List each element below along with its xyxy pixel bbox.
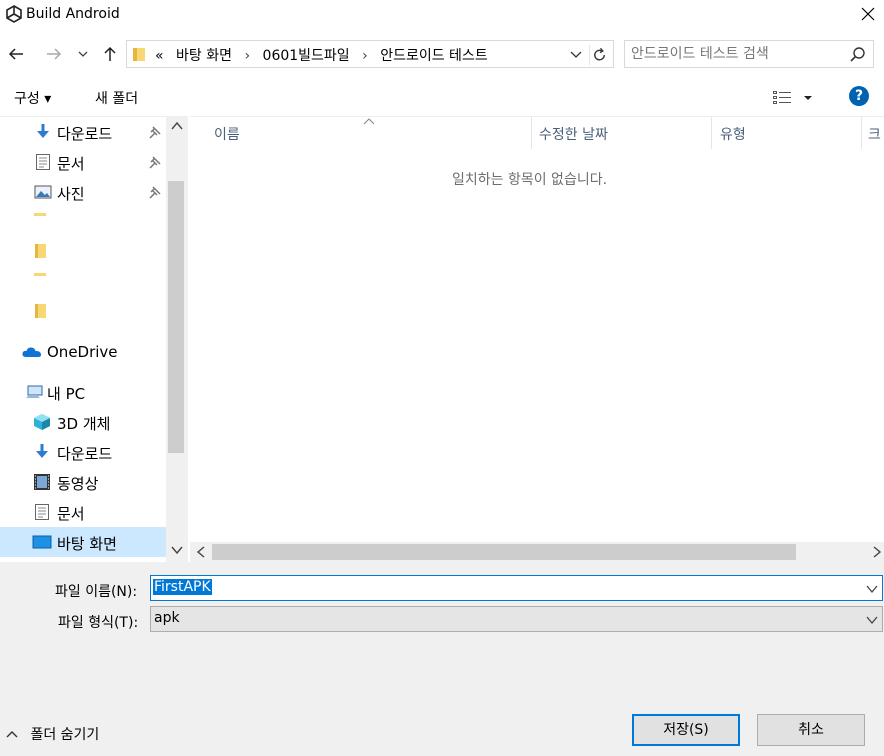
nav-item-documents-quick[interactable]: 문서 [0,147,166,177]
nav-item-label: OneDrive [47,343,118,361]
computer-icon [26,385,43,398]
chevron-up-icon[interactable] [171,121,183,131]
chevron-up-icon [6,731,18,738]
cancel-button[interactable]: 취소 [757,714,865,746]
document-icon [35,504,49,520]
nav-item-label: 다운로드 [57,125,113,143]
nav-item-label: 바탕 화면 [57,535,117,553]
search-icon[interactable] [849,46,867,64]
nav-item-label: 다운로드 [57,445,113,463]
horizontal-scrollbar[interactable] [190,542,884,562]
hide-folders-label: 폴더 숨기기 [30,727,100,743]
desktop-icon [32,535,52,549]
save-button[interactable]: 저장(S) [632,714,740,746]
address-row: « 바탕 화면 › 0601빌드파일 › 안드로이드 테스트 [0,36,884,72]
file-list-pane: 이름 수정한 날짜 유형 크 일치하는 항목이 없습니다. [190,116,884,562]
refresh-icon[interactable] [589,45,609,65]
document-icon [36,154,50,170]
pictures-icon [34,185,52,199]
breadcrumb-item-desktop[interactable]: 바탕 화면 [176,48,232,64]
search-input[interactable] [631,43,841,65]
column-header-type[interactable]: 유형 [712,117,861,149]
unity-logo-icon [6,5,22,23]
recent-locations-chevron-icon[interactable] [76,44,90,64]
close-icon[interactable] [856,2,880,26]
folder-icon[interactable] [34,243,48,259]
nav-vertical-scrollbar[interactable] [166,117,188,562]
breadcrumb: « 바탕 화면 › 0601빌드파일 › 안드로이드 테스트 [155,45,496,65]
filename-label: 파일 이름(N): [55,584,138,600]
filename-value[interactable]: FirstAPK [153,579,212,595]
breadcrumb-separator[interactable]: › [362,48,368,64]
scrollbar-thumb[interactable] [212,544,796,560]
help-button[interactable]: ? [849,86,869,106]
folder-icon[interactable] [34,273,48,281]
organize-button[interactable]: 구성 ▾ [14,88,51,108]
window-title: Build Android [26,6,120,22]
nav-item-downloads-quick[interactable]: 다운로드 [0,117,166,147]
nav-item-this-pc[interactable]: 내 PC [0,377,166,407]
command-bar: 구성 ▾ 새 폴더 ? [0,80,884,114]
search-box[interactable] [624,40,874,68]
chevron-down-icon[interactable] [171,545,183,555]
pin-icon[interactable] [148,155,162,169]
pin-icon[interactable] [148,125,162,139]
breadcrumb-item-build-folder[interactable]: 0601빌드파일 [263,48,350,64]
empty-folder-message: 일치하는 항목이 없습니다. [452,172,608,188]
hide-folders-toggle[interactable]: 폴더 숨기기 [6,724,99,744]
breadcrumb-overflow[interactable]: « [155,48,164,64]
nav-item-onedrive[interactable]: OneDrive [0,337,166,367]
back-arrow-icon[interactable] [6,44,26,64]
filetype-value: apk [154,610,180,626]
cube-icon [34,414,50,430]
nav-item-desktop[interactable]: 바탕 화면 [0,527,166,557]
filetype-select[interactable]: apk [150,606,883,632]
folder-icon[interactable] [34,303,48,319]
view-options-icon[interactable] [772,89,816,107]
title-bar: Build Android [0,0,884,30]
column-header-name[interactable]: 이름 [190,117,531,149]
address-bar[interactable]: « 바탕 화면 › 0601빌드파일 › 안드로이드 테스트 [126,40,614,68]
nav-item-videos[interactable]: 동영상 [0,467,166,497]
breadcrumb-item-android-test[interactable]: 안드로이드 테스트 [380,48,488,64]
chevron-right-icon[interactable] [872,546,882,558]
folder-icon [133,48,145,61]
breadcrumb-separator[interactable]: › [244,48,250,64]
chevron-down-icon[interactable] [866,615,878,625]
nav-item-label: 동영상 [57,475,99,493]
pin-icon[interactable] [148,185,162,199]
cloud-icon [22,347,42,357]
nav-item-label: 3D 개체 [57,415,111,433]
chevron-down-icon[interactable] [569,49,583,61]
video-icon [34,474,50,490]
nav-item-label: 내 PC [47,385,86,403]
nav-item-pictures-quick[interactable]: 사진 [0,177,166,207]
download-icon [36,444,48,458]
nav-item-downloads[interactable]: 다운로드 [0,437,166,467]
up-arrow-icon[interactable] [100,44,120,64]
nav-item-label: 문서 [57,155,85,173]
download-icon [37,124,49,138]
column-header-date-modified[interactable]: 수정한 날짜 [532,117,711,149]
new-folder-button[interactable]: 새 폴더 [95,88,138,108]
nav-item-3d-objects[interactable]: 3D 개체 [0,407,166,437]
filetype-label: 파일 형식(T): [58,615,139,631]
navigation-pane: 다운로드 문서 사진 OneDrive 내 PC 3D 개체 다운로드 동영상 … [0,116,188,562]
save-form-area: 파일 이름(N): FirstAPK 파일 형식(T): apk 폴더 숨기기 … [0,562,884,756]
chevron-left-icon[interactable] [196,546,206,558]
filename-field[interactable]: FirstAPK [150,575,883,601]
forward-arrow-icon[interactable] [44,44,64,64]
chevron-down-icon[interactable] [866,584,878,594]
folder-icon[interactable] [34,213,48,219]
nav-item-documents[interactable]: 문서 [0,497,166,527]
nav-item-label: 사진 [57,185,85,203]
scrollbar-thumb[interactable] [168,181,184,453]
column-header-size[interactable]: 크 [862,117,884,149]
nav-item-label: 문서 [57,505,85,523]
